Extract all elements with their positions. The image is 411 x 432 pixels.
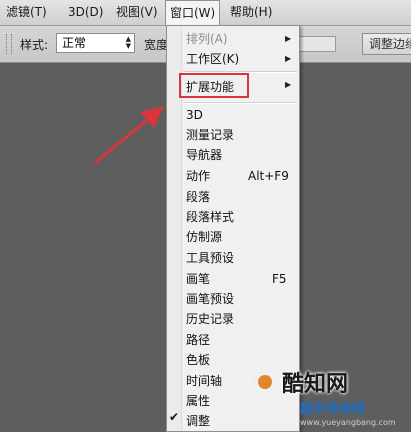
width-label: 宽度	[144, 38, 169, 52]
watermark-logo-dot	[258, 375, 272, 389]
watermark-text-kuzhi: 酷知网	[282, 372, 349, 397]
menu-item-measurement-log[interactable]: 测量记录	[186, 125, 296, 145]
refine-edge-button[interactable]: 调整边缘	[362, 33, 411, 55]
menu-item-paragraph[interactable]: 段落	[186, 187, 296, 207]
menu-3d[interactable]: 3D(D)	[68, 0, 103, 25]
updown-arrow-icon: ▲ ▼	[125, 35, 131, 50]
submenu-arrow-icon: ▶	[285, 34, 292, 43]
menu-item-paragraph-styles[interactable]: 段落样式	[186, 207, 296, 227]
style-label: 样式:	[20, 38, 49, 52]
menu-item-navigator[interactable]: 导航器	[186, 145, 296, 165]
toolbar-grip-icon[interactable]	[6, 34, 12, 54]
style-select-value: 正常	[62, 36, 87, 50]
menu-help[interactable]: 帮助(H)	[230, 0, 272, 25]
menu-item-3d[interactable]: 3D	[186, 105, 296, 125]
submenu-arrow-icon: ▶	[285, 80, 292, 89]
menu-item-tool-presets[interactable]: 工具预设	[186, 248, 296, 268]
menu-bar: 滤镜(T) 3D(D) 视图(V) 窗口(W) 帮助(H)	[0, 0, 411, 26]
shortcut-actions: Alt+F9	[248, 169, 289, 183]
menu-separator	[183, 102, 297, 104]
menu-item-brush-presets[interactable]: 画笔预设	[186, 289, 296, 309]
watermark-url: www.yueyangbang.com	[300, 418, 396, 427]
menu-view[interactable]: 视图(V)	[116, 0, 158, 25]
menu-item-workspace[interactable]: 工作区(K)	[186, 49, 296, 69]
annotation-arrow-icon	[94, 106, 164, 164]
style-select[interactable]: 正常 ▲ ▼	[56, 33, 135, 53]
menu-item-swatches[interactable]: 色板	[186, 350, 296, 370]
menu-item-arrange[interactable]: 排列(A)	[186, 29, 296, 49]
menu-filter[interactable]: 滤镜(T)	[6, 0, 47, 25]
menu-item-history[interactable]: 历史记录	[186, 309, 296, 329]
watermark-text-site: 超半导体网	[300, 402, 366, 417]
menu-item-actions[interactable]: 动作 Alt+F9	[186, 166, 296, 186]
menu-item-paths[interactable]: 路径	[186, 330, 296, 350]
shortcut-brush: F5	[272, 272, 287, 286]
menu-item-adjustments[interactable]: 调整	[186, 411, 296, 431]
menu-item-clone-source[interactable]: 仿制源	[186, 227, 296, 247]
submenu-arrow-icon: ▶	[285, 54, 292, 63]
highlight-box	[179, 73, 249, 98]
menu-window[interactable]: 窗口(W)	[165, 0, 221, 25]
menu-item-brush[interactable]: 画笔 F5	[186, 269, 296, 289]
menu-item-properties[interactable]: 属性	[186, 391, 296, 411]
checkmark-icon: ✔	[169, 410, 180, 424]
